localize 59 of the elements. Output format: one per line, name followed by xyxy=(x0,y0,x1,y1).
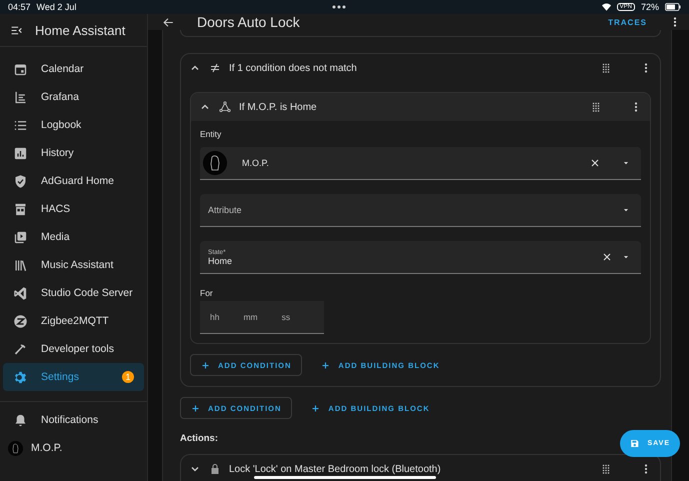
sidebar-item[interactable]: Calendar xyxy=(3,55,144,83)
grafana-icon xyxy=(13,90,28,104)
battery-icon xyxy=(665,3,681,11)
sidebar-item[interactable]: History xyxy=(3,139,144,167)
field-label: Entity xyxy=(200,129,222,139)
sidebar-item[interactable]: AdGuard Home xyxy=(3,167,144,195)
plus-icon xyxy=(191,404,200,412)
page-title: Doors Auto Lock xyxy=(197,14,300,30)
attribute-field[interactable]: Attribute xyxy=(200,194,641,227)
plus-icon xyxy=(321,360,330,370)
sidebar-item[interactable]: Music Assistant xyxy=(3,251,144,279)
sidebar-item[interactable]: Logbook xyxy=(3,111,144,139)
zigbee-icon xyxy=(13,314,28,328)
store-icon xyxy=(13,202,28,216)
traces-button[interactable]: TRACES xyxy=(608,18,647,26)
sidebar-item[interactable]: Zigbee2MQTT xyxy=(3,307,144,335)
sidebar-item[interactable]: HACS xyxy=(3,195,144,223)
drag-handle-icon[interactable] xyxy=(600,62,612,74)
wifi-icon xyxy=(602,3,611,11)
bell-icon xyxy=(13,412,28,428)
nodes-icon xyxy=(219,101,231,113)
sidebar-item[interactable]: Studio Code Server xyxy=(3,279,144,307)
multitask-dots-icon[interactable] xyxy=(332,5,346,9)
library-icon xyxy=(13,258,28,272)
calendar-icon xyxy=(13,62,28,76)
not-equal-icon xyxy=(209,62,221,74)
battery-percent: 72% xyxy=(640,2,659,12)
drag-handle-icon[interactable] xyxy=(600,463,612,475)
chart-icon xyxy=(13,146,28,160)
condition-title: If M.O.P. is Home xyxy=(239,102,318,112)
sidebar-item[interactable]: M.O.P. xyxy=(3,434,144,462)
sidebar-item[interactable]: Grafana xyxy=(3,83,144,111)
code-icon xyxy=(13,286,28,300)
section-label: Actions: xyxy=(180,433,218,444)
plus-icon xyxy=(311,404,320,412)
notification-badge: 1 xyxy=(122,371,134,383)
sidebar-item[interactable]: Notifications xyxy=(3,406,144,434)
clear-icon[interactable] xyxy=(589,157,601,169)
sidebar-item[interactable]: Developer tools xyxy=(3,335,144,363)
menu-icon[interactable] xyxy=(10,24,23,36)
app-title: Home Assistant xyxy=(35,22,126,38)
drag-handle-icon[interactable] xyxy=(590,101,602,113)
status-date: Wed 2 Jul xyxy=(36,2,76,12)
sidebar-item[interactable]: Media xyxy=(3,223,144,251)
media-icon xyxy=(13,230,28,244)
sidebar-item[interactable]: Settings 1 xyxy=(3,363,144,391)
status-time: 04:57 xyxy=(8,2,31,12)
lock-icon xyxy=(209,463,221,475)
back-arrow-icon[interactable] xyxy=(162,16,175,28)
plus-icon xyxy=(201,360,210,370)
field-label: For xyxy=(200,288,214,298)
duration-field[interactable]: hh mm ss xyxy=(200,301,324,334)
condition-title: If 1 condition does not match xyxy=(229,62,358,74)
action-title: Lock 'Lock' on Master Bedroom lock (Bluetooth) xyxy=(229,464,442,474)
settings-icon xyxy=(13,370,28,384)
hammer-icon xyxy=(13,342,28,356)
clear-icon[interactable] xyxy=(601,251,613,263)
entity-field[interactable]: M.O.P. xyxy=(200,147,641,180)
shield-icon xyxy=(13,174,28,188)
